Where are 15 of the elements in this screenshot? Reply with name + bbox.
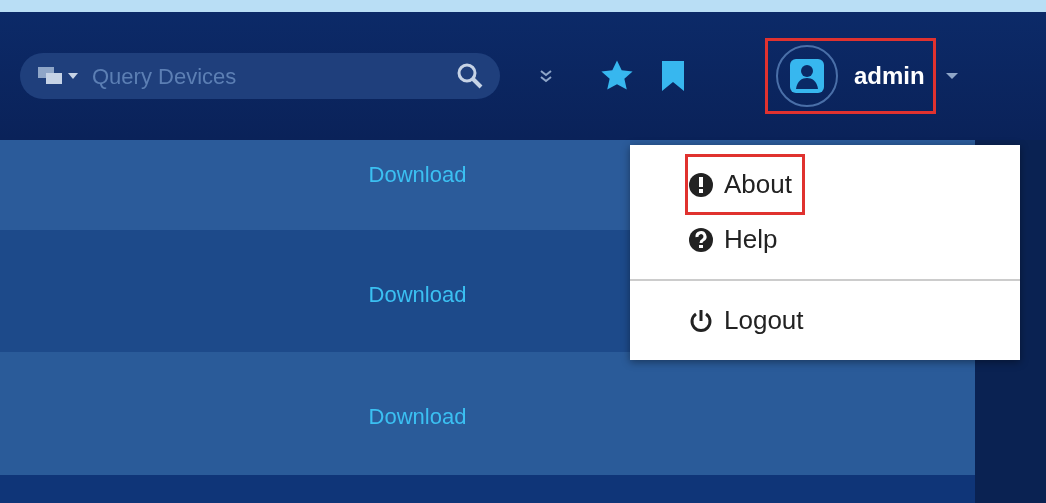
menu-item[interactable]: About bbox=[688, 157, 802, 212]
power-icon bbox=[688, 307, 714, 334]
bookmark-icon[interactable] bbox=[662, 61, 684, 91]
menu-item[interactable]: Help bbox=[688, 212, 788, 267]
question-icon bbox=[688, 226, 714, 253]
exclamation-icon bbox=[688, 171, 714, 198]
avatar-icon bbox=[776, 45, 838, 107]
user-menu-toggle[interactable]: admin bbox=[768, 41, 933, 111]
caret-icon[interactable] bbox=[944, 71, 959, 81]
download-link[interactable]: Download bbox=[368, 278, 467, 352]
menu-item[interactable]: Logout bbox=[688, 293, 814, 348]
search-field[interactable]: Query Devices bbox=[90, 58, 448, 94]
search-bar[interactable]: Query Devices bbox=[20, 53, 500, 99]
search-icon[interactable] bbox=[456, 62, 484, 90]
double-chevron-icon[interactable] bbox=[538, 68, 554, 84]
